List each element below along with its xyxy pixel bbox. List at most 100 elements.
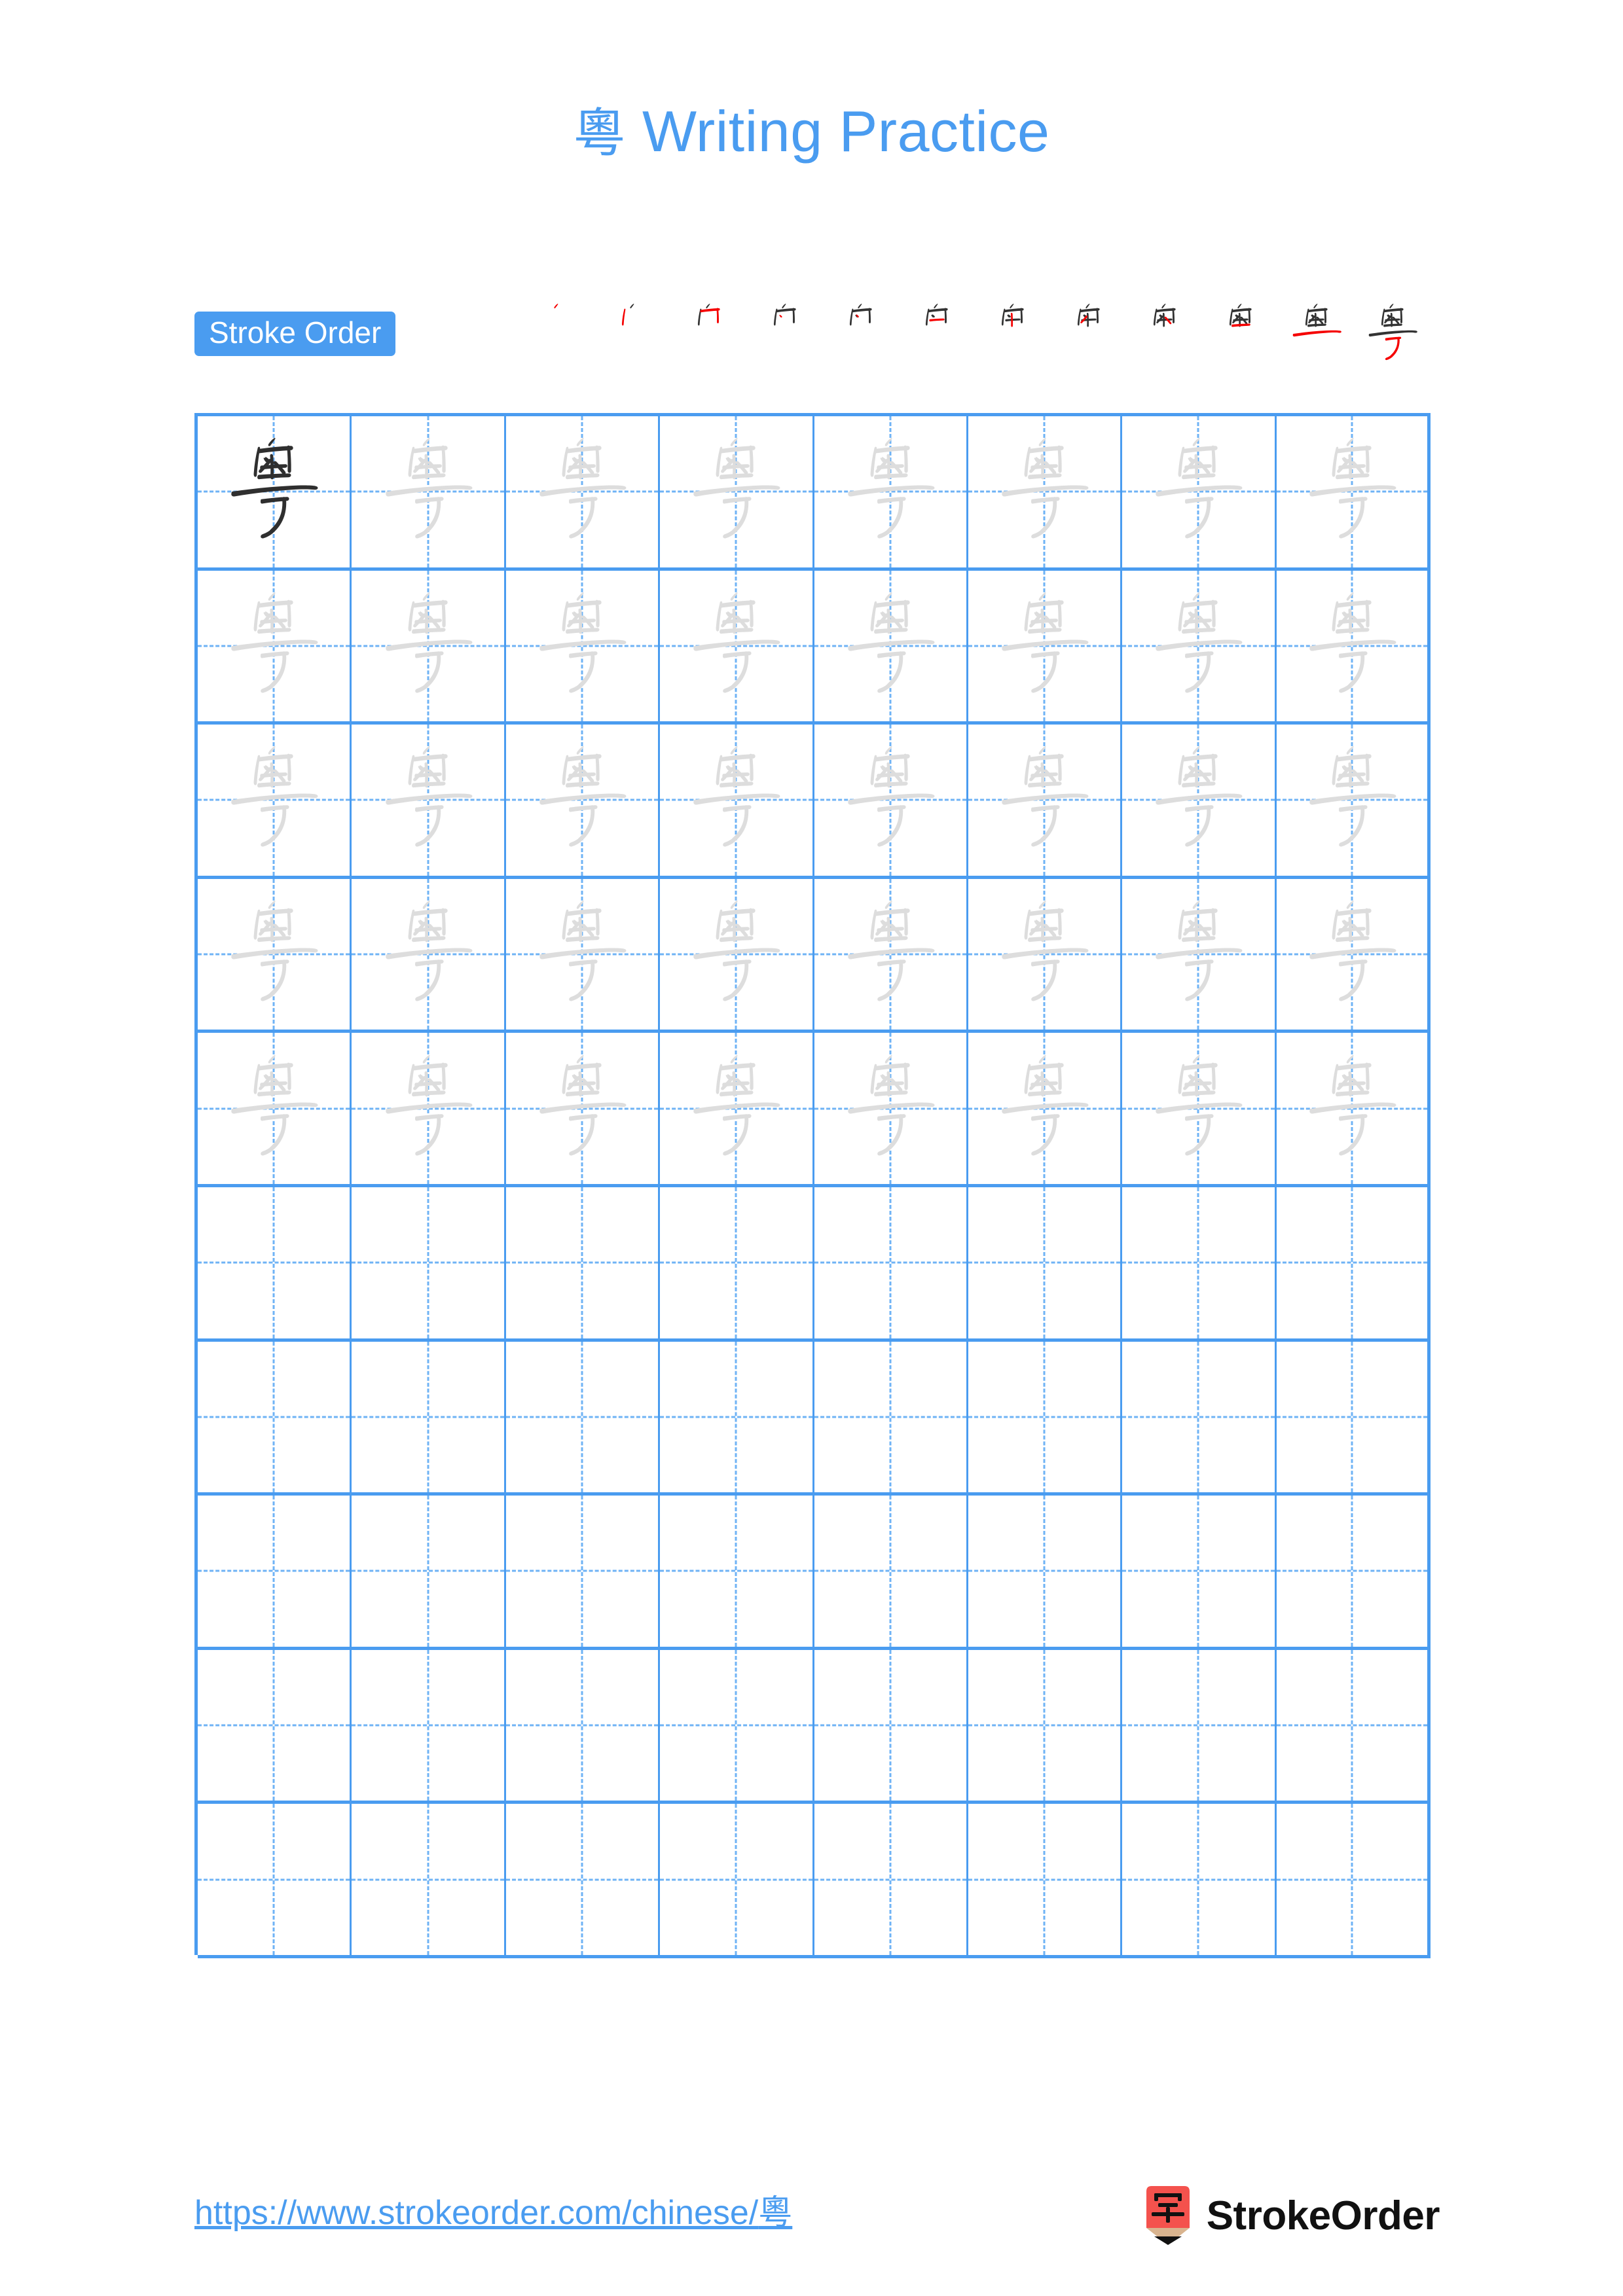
practice-cell[interactable] — [352, 1496, 506, 1647]
practice-row — [198, 416, 1431, 571]
practice-cell[interactable] — [1277, 1187, 1431, 1338]
practice-cell[interactable] — [814, 878, 968, 1030]
practice-row — [198, 570, 1431, 725]
practice-cell[interactable] — [198, 1187, 352, 1338]
practice-cell[interactable] — [1277, 725, 1431, 876]
practice-cell[interactable] — [1122, 725, 1277, 876]
practice-cell[interactable] — [1122, 416, 1277, 567]
practice-cell[interactable] — [506, 1804, 661, 1955]
practice-cell[interactable] — [814, 1804, 968, 1955]
practice-cell[interactable] — [660, 1187, 814, 1338]
practice-cell[interactable] — [968, 878, 1123, 1030]
practice-cell[interactable] — [814, 1649, 968, 1801]
practice-cell[interactable] — [506, 1033, 661, 1184]
practice-cell[interactable] — [1122, 1341, 1277, 1493]
practice-cell[interactable] — [660, 1341, 814, 1493]
practice-cell[interactable] — [198, 1033, 352, 1184]
practice-cell[interactable] — [198, 416, 352, 567]
practice-cell[interactable] — [660, 1496, 814, 1647]
stroke-order-steps — [395, 298, 1431, 370]
practice-cell[interactable] — [352, 1341, 506, 1493]
practice-cell[interactable] — [352, 725, 506, 876]
practice-cell[interactable] — [352, 416, 506, 567]
practice-cell[interactable] — [814, 570, 968, 722]
practice-cell[interactable] — [1122, 1033, 1277, 1184]
trace-character — [660, 879, 812, 1030]
trace-character — [198, 1033, 350, 1184]
practice-cell[interactable] — [814, 725, 968, 876]
practice-cell[interactable] — [814, 416, 968, 567]
practice-cell[interactable] — [1277, 1341, 1431, 1493]
trace-character — [814, 571, 966, 722]
practice-cell[interactable] — [1277, 416, 1431, 567]
trace-character — [1277, 879, 1427, 1030]
practice-cell[interactable] — [968, 1033, 1123, 1184]
practice-cell[interactable] — [968, 1187, 1123, 1338]
practice-cell[interactable] — [968, 725, 1123, 876]
practice-cell[interactable] — [968, 416, 1123, 567]
practice-cell[interactable] — [1122, 1804, 1277, 1955]
practice-cell[interactable] — [660, 416, 814, 567]
source-url-text: https://www.strokeorder.com/chinese/ — [194, 2194, 759, 2232]
practice-cell[interactable] — [814, 1187, 968, 1338]
practice-cell[interactable] — [660, 725, 814, 876]
trace-character — [1277, 571, 1427, 722]
practice-cell[interactable] — [968, 1496, 1123, 1647]
practice-cell[interactable] — [968, 1649, 1123, 1801]
practice-cell[interactable] — [814, 1033, 968, 1184]
practice-cell[interactable] — [1277, 1804, 1431, 1955]
practice-cell[interactable] — [352, 570, 506, 722]
practice-cell[interactable] — [506, 878, 661, 1030]
trace-character — [506, 725, 658, 876]
stroke-step-6 — [899, 298, 975, 370]
practice-cell[interactable] — [1277, 570, 1431, 722]
practice-cell[interactable] — [506, 416, 661, 567]
practice-cell[interactable] — [660, 878, 814, 1030]
practice-cell[interactable] — [506, 1649, 661, 1801]
practice-cell[interactable] — [660, 1033, 814, 1184]
practice-cell[interactable] — [352, 1804, 506, 1955]
trace-character — [1122, 571, 1274, 722]
practice-cell[interactable] — [198, 725, 352, 876]
practice-row — [198, 1649, 1431, 1804]
practice-cell[interactable] — [1122, 1649, 1277, 1801]
practice-cell[interactable] — [506, 1341, 661, 1493]
practice-cell[interactable] — [1277, 1496, 1431, 1647]
practice-cell[interactable] — [1277, 878, 1431, 1030]
practice-cell[interactable] — [198, 570, 352, 722]
practice-cell[interactable] — [352, 878, 506, 1030]
practice-cell[interactable] — [352, 1187, 506, 1338]
trace-character — [198, 571, 350, 722]
practice-cell[interactable] — [1122, 1496, 1277, 1647]
trace-character — [1122, 725, 1274, 876]
practice-cell[interactable] — [506, 1187, 661, 1338]
practice-cell[interactable] — [1122, 570, 1277, 722]
practice-cell[interactable] — [352, 1033, 506, 1184]
practice-cell[interactable] — [660, 1649, 814, 1801]
practice-cell[interactable] — [198, 1496, 352, 1647]
practice-cell[interactable] — [198, 1341, 352, 1493]
trace-character — [1122, 416, 1274, 567]
practice-cell[interactable] — [968, 1341, 1123, 1493]
practice-cell[interactable] — [968, 1804, 1123, 1955]
practice-cell[interactable] — [198, 1804, 352, 1955]
practice-cell[interactable] — [1122, 1187, 1277, 1338]
practice-cell[interactable] — [506, 1496, 661, 1647]
practice-cell[interactable] — [968, 570, 1123, 722]
practice-cell[interactable] — [506, 725, 661, 876]
practice-cell[interactable] — [660, 1804, 814, 1955]
practice-cell[interactable] — [352, 1649, 506, 1801]
source-url-link[interactable]: https://www.strokeorder.com/chinese/粵 — [194, 2185, 792, 2234]
practice-cell[interactable] — [660, 570, 814, 722]
trace-character — [660, 571, 812, 722]
practice-cell[interactable] — [814, 1496, 968, 1647]
practice-cell[interactable] — [1122, 878, 1277, 1030]
practice-cell[interactable] — [506, 570, 661, 722]
practice-cell[interactable] — [1277, 1649, 1431, 1801]
trace-character — [1122, 879, 1274, 1030]
practice-cell[interactable] — [814, 1341, 968, 1493]
page-title-character: 粵 — [573, 103, 626, 164]
practice-cell[interactable] — [198, 878, 352, 1030]
practice-cell[interactable] — [1277, 1033, 1431, 1184]
practice-cell[interactable] — [198, 1649, 352, 1801]
